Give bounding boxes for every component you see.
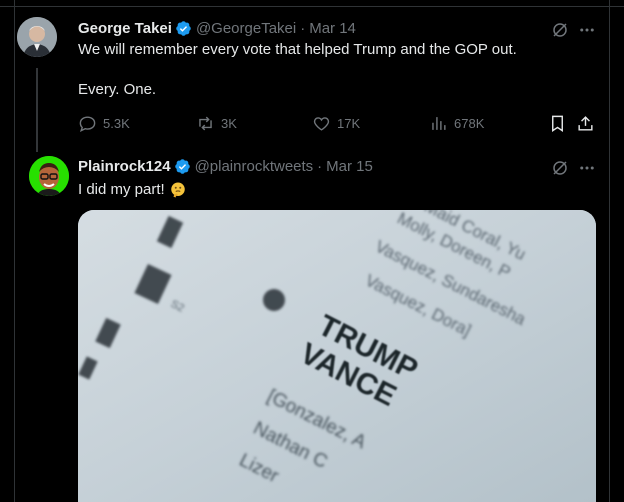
left-border	[14, 0, 15, 502]
grok-button[interactable]	[550, 20, 570, 40]
grok-icon	[553, 161, 567, 175]
reply-count: 5.3K	[103, 115, 130, 131]
display-name[interactable]: George Takei	[78, 20, 172, 37]
thinking-face-emoji-icon	[170, 182, 185, 198]
reply-button[interactable]: 5.3K	[78, 114, 130, 133]
tweet-text-body: I did my part!	[78, 181, 165, 198]
top-divider	[0, 6, 624, 7]
ballot-photo: Maid Coral, Yu Molly, Doreen, P Vasquez,…	[78, 210, 596, 502]
handle[interactable]: @plainrocktweets	[195, 158, 314, 175]
avatar-plainrock124	[29, 156, 69, 196]
action-bar: 5.3K 3K 17K 678K	[78, 113, 596, 133]
handle[interactable]: @GeorgeTakei	[196, 20, 296, 37]
view-count: 678K	[454, 115, 485, 131]
views-icon	[432, 116, 446, 130]
separator: ·	[317, 158, 323, 175]
bookmark-icon	[552, 115, 563, 132]
share-button[interactable]	[576, 114, 595, 133]
timestamp[interactable]: Mar 14	[309, 20, 356, 37]
repost-icon	[199, 116, 212, 130]
tweet-text-line-2: Every. One.	[78, 81, 157, 98]
repost-count: 3K	[221, 115, 237, 131]
more-icon	[580, 28, 594, 32]
verified-badge-icon	[174, 159, 190, 174]
grok-icon	[553, 23, 567, 37]
like-button[interactable]: 17K	[312, 114, 360, 133]
like-icon	[313, 116, 330, 131]
right-border	[609, 0, 610, 502]
repost-button[interactable]: 3K	[196, 114, 237, 133]
timestamp[interactable]: Mar 15	[326, 158, 373, 175]
verified-badge-icon	[176, 21, 191, 36]
reply-icon	[79, 115, 96, 132]
separator: ·	[300, 20, 306, 37]
bookmark-button[interactable]	[548, 114, 567, 133]
tweet-text-line-1: We will remember every vote that helped …	[78, 41, 517, 58]
tweet-header: Plainrock124 @plainrocktweets · Mar 15	[78, 158, 373, 175]
tweet-text: I did my part!	[78, 180, 187, 200]
avatar[interactable]	[29, 156, 69, 196]
display-name[interactable]: Plainrock124	[78, 158, 171, 175]
tweet-media-image[interactable]: Maid Coral, Yu Molly, Doreen, P Vasquez,…	[78, 210, 596, 502]
like-count: 17K	[337, 115, 361, 131]
more-icon	[580, 166, 594, 170]
more-button[interactable]	[577, 158, 597, 178]
share-icon	[578, 115, 593, 131]
thread-connector	[36, 68, 38, 152]
more-button[interactable]	[577, 20, 597, 40]
avatar-george-takei	[17, 17, 57, 57]
avatar[interactable]	[17, 17, 57, 57]
tweet-header: George Takei @GeorgeTakei · Mar 14	[78, 20, 356, 37]
views-button[interactable]: 678K	[429, 114, 484, 133]
grok-button[interactable]	[550, 158, 570, 178]
